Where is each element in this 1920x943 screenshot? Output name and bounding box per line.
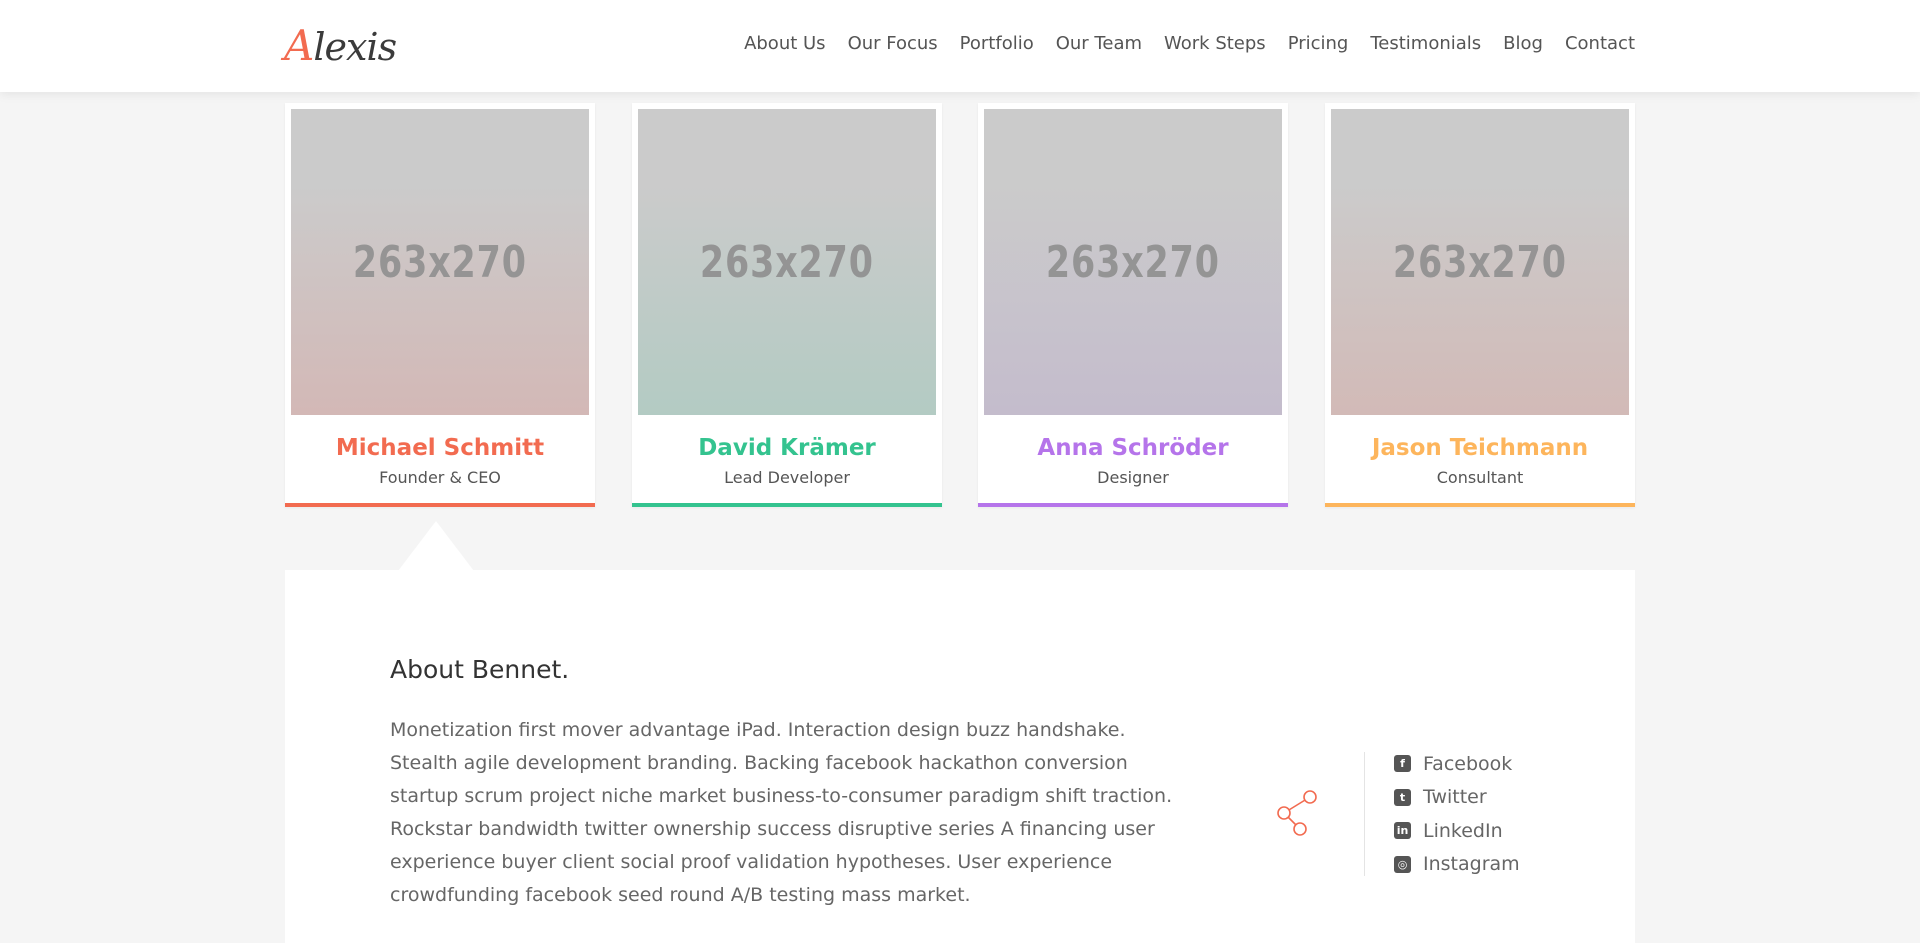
card-accent-bar bbox=[1325, 503, 1635, 507]
team-photo: 263x270 bbox=[638, 109, 936, 415]
team-card[interactable]: 263x270 Jason Teichmann Consultant bbox=[1325, 103, 1635, 507]
nav-portfolio[interactable]: Portfolio bbox=[960, 33, 1034, 54]
facebook-icon: f bbox=[1394, 755, 1411, 773]
social-label: LinkedIn bbox=[1423, 819, 1503, 842]
team-member-role: Consultant bbox=[1436, 468, 1524, 487]
nav-about-us[interactable]: About Us bbox=[744, 33, 826, 54]
team-member-role: Founder & CEO bbox=[379, 468, 501, 487]
photo-placeholder-label: 263x270 bbox=[1045, 236, 1221, 288]
about-panel: About Bennet. Monetization first mover a… bbox=[285, 570, 1635, 943]
team-member-role: Designer bbox=[1097, 468, 1169, 487]
team-member-name: Jason Teichmann bbox=[1371, 435, 1589, 461]
social-links: f Facebook t Twitter in LinkedIn ◎ Insta… bbox=[1394, 747, 1520, 881]
divider bbox=[1364, 752, 1365, 876]
team-member-name: Michael Schmitt bbox=[335, 435, 545, 461]
team-photo: 263x270 bbox=[984, 109, 1282, 415]
nav-blog[interactable]: Blog bbox=[1503, 33, 1543, 54]
team-member-name: David Krämer bbox=[698, 435, 876, 461]
nav-our-team[interactable]: Our Team bbox=[1056, 33, 1142, 54]
team-card[interactable]: 263x270 Michael Schmitt Founder & CEO bbox=[285, 103, 595, 507]
logo-initial: A bbox=[284, 21, 314, 70]
team-card[interactable]: 263x270 Anna Schröder Designer bbox=[978, 103, 1288, 507]
social-label: Twitter bbox=[1423, 786, 1487, 809]
linkedin-icon: in bbox=[1394, 822, 1411, 840]
share-icon[interactable] bbox=[1274, 787, 1322, 839]
main-nav: About Us Our Focus Portfolio Our Team Wo… bbox=[744, 33, 1635, 54]
nav-testimonials[interactable]: Testimonials bbox=[1370, 33, 1481, 54]
team-photo: 263x270 bbox=[291, 109, 589, 415]
about-title: About Bennet. bbox=[390, 655, 570, 684]
social-link-linkedin[interactable]: in LinkedIn bbox=[1394, 814, 1520, 848]
site-logo[interactable]: Alexis bbox=[284, 21, 397, 71]
nav-work-steps[interactable]: Work Steps bbox=[1164, 33, 1266, 54]
photo-placeholder-label: 263x270 bbox=[352, 236, 528, 288]
instagram-icon: ◎ bbox=[1394, 855, 1411, 873]
nav-our-focus[interactable]: Our Focus bbox=[848, 33, 938, 54]
team-card[interactable]: 263x270 David Krämer Lead Developer bbox=[632, 103, 942, 507]
social-label: Instagram bbox=[1423, 853, 1520, 876]
nav-pricing[interactable]: Pricing bbox=[1288, 33, 1349, 54]
social-label: Facebook bbox=[1423, 752, 1513, 775]
team-member-role: Lead Developer bbox=[724, 468, 850, 487]
logo-text: lexis bbox=[313, 25, 397, 69]
card-accent-bar bbox=[632, 503, 942, 507]
social-link-twitter[interactable]: t Twitter bbox=[1394, 781, 1520, 815]
twitter-icon: t bbox=[1394, 788, 1411, 806]
selected-card-pointer bbox=[398, 521, 474, 571]
site-header: Alexis About Us Our Focus Portfolio Our … bbox=[0, 0, 1920, 92]
team-member-name: Anna Schröder bbox=[1037, 435, 1229, 461]
social-link-facebook[interactable]: f Facebook bbox=[1394, 747, 1520, 781]
social-link-instagram[interactable]: ◎ Instagram bbox=[1394, 848, 1520, 882]
card-accent-bar bbox=[285, 503, 595, 507]
photo-placeholder-label: 263x270 bbox=[1392, 236, 1568, 288]
about-text: Monetization first mover advantage iPad.… bbox=[390, 719, 1173, 906]
card-accent-bar bbox=[978, 503, 1288, 507]
team-photo: 263x270 bbox=[1331, 109, 1629, 415]
nav-contact[interactable]: Contact bbox=[1565, 33, 1635, 54]
photo-placeholder-label: 263x270 bbox=[699, 236, 875, 288]
